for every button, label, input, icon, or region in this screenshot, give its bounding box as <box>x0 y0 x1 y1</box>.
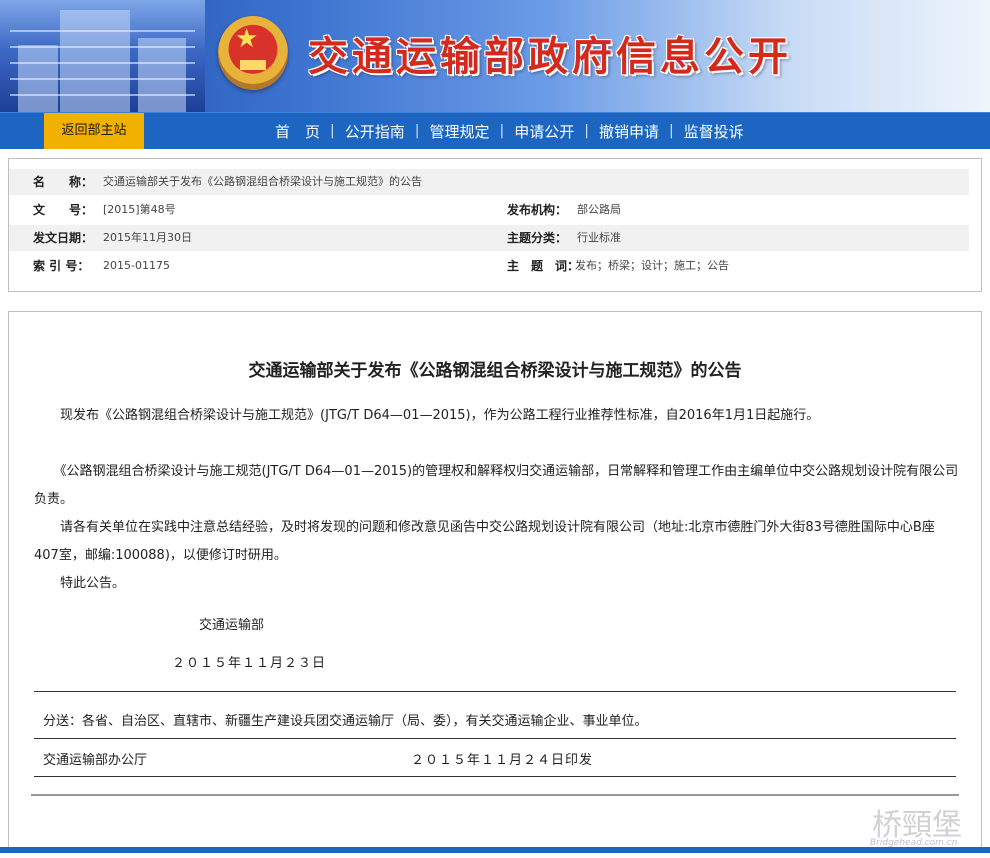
category-value: 行业标准 <box>577 231 621 244</box>
nav-regulations[interactable]: 管理规定 <box>419 121 499 142</box>
nav-links: 首 页 | 公开指南 | 管理规定 | 申请公开 | 撤销申请 | 监督投诉 <box>265 113 754 149</box>
issuing-office: 交通运输部办公厅 <box>43 753 148 768</box>
issue-date: ２０１５年１１月２４日印发 <box>411 753 594 768</box>
divider <box>34 776 956 777</box>
name-label: 名 称： <box>33 175 94 189</box>
national-emblem-icon: ★ <box>218 16 288 90</box>
nav-revoke-application[interactable]: 撤销申请 <box>589 121 669 142</box>
sign-date: ２０１５年１１月２３日 <box>172 656 327 671</box>
nav-home[interactable]: 首 页 <box>265 121 330 142</box>
distribution-list: 分送：各省、自治区、直辖市、新疆生产建设兵团交通运输厅（局、委），有关交通运输企… <box>43 714 648 729</box>
info-row-index: 索 引 号： 2015-01175 主 题 词： 发布；桥梁；设计；施工；公告 <box>9 253 969 279</box>
category-label: 主题分类： <box>507 231 568 245</box>
docno-value: [2015]第48号 <box>103 203 176 216</box>
agency-label: 发布机构： <box>507 203 568 217</box>
main-nav: 返回部主站 首 页 | 公开指南 | 管理规定 | 申请公开 | 撤销申请 | … <box>0 112 990 149</box>
site-banner: ★ 交通运输部政府信息公开 <box>0 0 990 112</box>
keywords-value: 发布；桥梁；设计；施工；公告 <box>575 259 729 272</box>
paragraph-2: 《公路钢混组合桥梁设计与施工规范(JTG/T D64—01—2015)的管理权和… <box>34 464 959 507</box>
keywords-label: 主 题 词： <box>507 259 580 273</box>
docno-label: 文 号： <box>33 203 94 217</box>
date-value: 2015年11月30日 <box>103 231 192 244</box>
back-to-main-site-button[interactable]: 返回部主站 <box>44 113 144 149</box>
info-row-date: 发文日期： 2015年11月30日 主题分类： 行业标准 <box>9 225 969 251</box>
agency-value: 部公路局 <box>577 203 621 216</box>
paragraph-3: 请各有关单位在实践中注意总结经验，及时将发现的问题和修改意见函告中交公路规划设计… <box>34 520 935 563</box>
index-value: 2015-01175 <box>103 259 170 272</box>
name-value: 交通运输部关于发布《公路钢混组合桥梁设计与施工规范》的公告 <box>103 175 422 188</box>
document-info-box: 名 称： 交通运输部关于发布《公路钢混组合桥梁设计与施工规范》的公告 文 号： … <box>8 158 982 292</box>
document-content: 交通运输部关于发布《公路钢混组合桥梁设计与施工规范》的公告 现发布《公路钢混组合… <box>8 311 982 849</box>
info-row-docno: 文 号： [2015]第48号 发布机构： 部公路局 <box>9 197 969 223</box>
index-label: 索 引 号： <box>33 259 90 273</box>
bottom-rule <box>31 794 959 796</box>
nav-disclosure-guide[interactable]: 公开指南 <box>335 121 415 142</box>
site-title: 交通运输部政府信息公开 <box>308 33 792 80</box>
divider <box>34 738 956 739</box>
nav-complaints[interactable]: 监督投诉 <box>674 121 754 142</box>
divider <box>34 691 956 692</box>
paragraph-1: 现发布《公路钢混组合桥梁设计与施工规范》(JTG/T D64—01—2015)，… <box>34 408 820 423</box>
signer: 交通运输部 <box>199 618 265 633</box>
document-title: 交通运输部关于发布《公路钢混组合桥梁设计与施工规范》的公告 <box>248 361 742 381</box>
info-row-name: 名 称： 交通运输部关于发布《公路钢混组合桥梁设计与施工规范》的公告 <box>9 169 969 195</box>
paragraph-4: 特此公告。 <box>34 576 126 591</box>
footer-bar <box>0 847 990 853</box>
nav-apply-disclosure[interactable]: 申请公开 <box>504 121 584 142</box>
building-illustration <box>0 0 205 112</box>
date-label: 发文日期： <box>33 231 94 245</box>
